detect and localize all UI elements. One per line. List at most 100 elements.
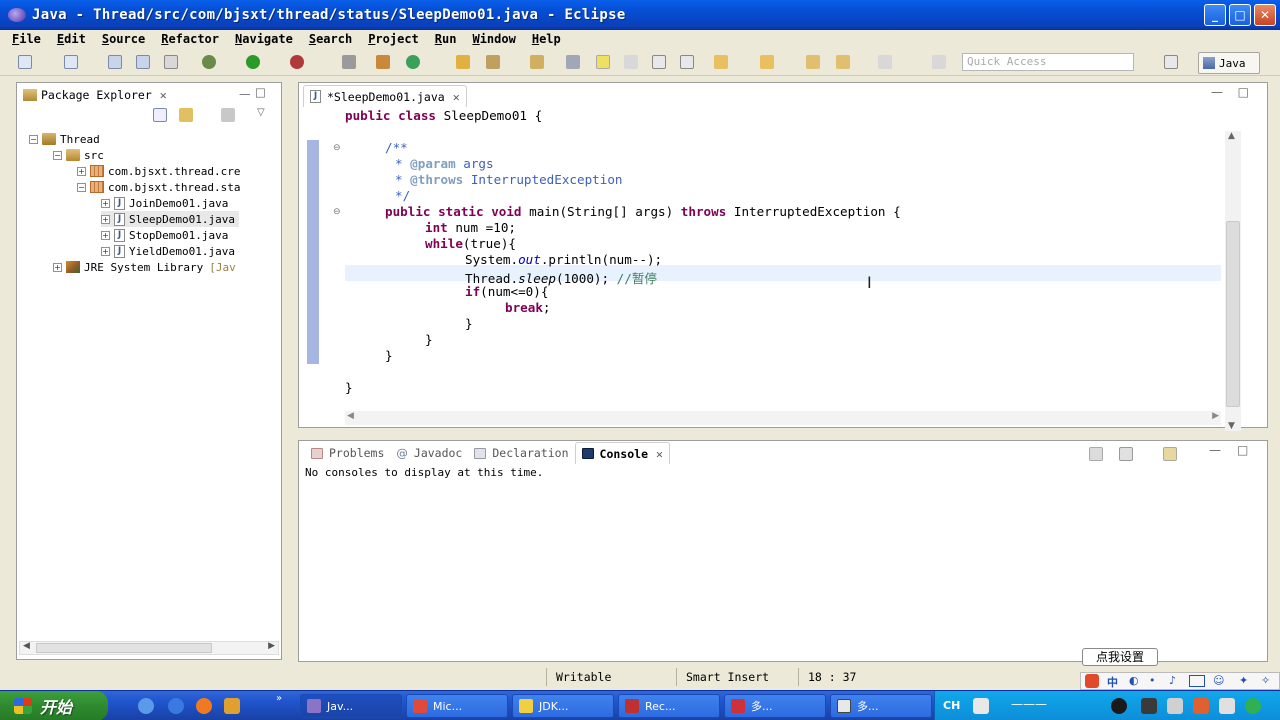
app-tray-icon[interactable] (1141, 698, 1157, 714)
menu-refactor[interactable]: Refactor (161, 32, 219, 46)
toggle-block-icon[interactable] (624, 55, 638, 69)
internet-explorer-icon[interactable] (168, 698, 184, 714)
tree-item[interactable]: + J JoinDemo01.java (101, 195, 228, 211)
security-icon[interactable] (1193, 698, 1209, 714)
scrollbar-thumb[interactable] (1226, 221, 1240, 407)
taskbar-item[interactable]: 多... (830, 694, 932, 718)
tree-item-selected[interactable]: + J SleepDemo01.java (101, 211, 239, 227)
debug-icon[interactable] (202, 55, 216, 69)
minimize-button[interactable]: _ (1204, 4, 1226, 26)
tree-item[interactable]: + J StopDemo01.java (101, 227, 228, 243)
ime-moon-icon[interactable]: ◐ (1129, 674, 1139, 687)
menu-help[interactable]: Help (532, 32, 561, 46)
pin-editor-icon[interactable] (932, 55, 946, 69)
network-icon[interactable] (1111, 698, 1127, 714)
tree-item[interactable]: − Thread (29, 131, 100, 147)
menu-file[interactable]: File (12, 32, 41, 46)
print-icon[interactable] (164, 55, 178, 69)
view-menu-icon[interactable]: ▽ (257, 107, 265, 118)
search-icon[interactable] (486, 55, 500, 69)
tree-item[interactable]: + JRE System Library [Jav (53, 259, 236, 275)
open-console-icon[interactable] (1089, 447, 1103, 461)
horizontal-scrollbar[interactable]: ◀ ▶ (345, 411, 1221, 425)
focus-task-icon[interactable] (221, 108, 235, 122)
new-dropdown-icon[interactable] (64, 55, 78, 69)
scroll-down-icon[interactable]: ▼ (1228, 421, 1235, 431)
tab-console[interactable]: Console ✕ (574, 442, 670, 464)
fold-icon[interactable]: ⊖ (333, 207, 341, 217)
ime-keyboard-icon[interactable] (1189, 675, 1205, 687)
external-tools-icon[interactable] (290, 55, 304, 69)
new-console-icon[interactable] (1163, 447, 1177, 461)
ime-punct-icon[interactable]: • (1149, 674, 1156, 687)
start-button[interactable]: 开始 (0, 691, 108, 720)
next-annotation-icon[interactable] (714, 55, 728, 69)
tab-problems[interactable]: Problems (305, 442, 390, 464)
close-view-icon[interactable]: ✕ (160, 88, 167, 102)
menu-search[interactable]: Search (309, 32, 352, 46)
back-icon[interactable] (836, 55, 850, 69)
previous-annotation-icon[interactable] (760, 55, 774, 69)
collapse-all-icon[interactable] (153, 108, 167, 122)
expand-icon[interactable]: + (101, 214, 110, 224)
menu-project[interactable]: Project (368, 32, 419, 46)
tree-item[interactable]: + J YieldDemo01.java (101, 243, 235, 259)
new-icon[interactable] (18, 55, 32, 69)
scroll-left-icon[interactable]: ◀ (23, 641, 30, 651)
maximize-view-icon[interactable]: □ (1237, 443, 1248, 457)
run-icon[interactable] (246, 55, 260, 69)
taskbar-item[interactable]: Rec... (618, 694, 720, 718)
java-perspective-button[interactable]: Java (1198, 52, 1260, 74)
ime-voice-icon[interactable]: ♪ (1169, 674, 1176, 687)
tree-item[interactable]: − com.bjsxt.thread.sta (77, 179, 240, 195)
update-icon[interactable] (1245, 698, 1261, 714)
close-tab-icon[interactable]: ✕ (453, 90, 460, 104)
collapse-icon[interactable]: − (29, 134, 38, 144)
link-with-editor-icon[interactable] (179, 108, 193, 122)
tab-declaration[interactable]: Declaration (468, 442, 574, 464)
save-icon[interactable] (108, 55, 122, 69)
scroll-right-icon[interactable]: ▶ (1212, 411, 1219, 421)
expand-icon[interactable]: + (101, 246, 110, 256)
save-all-icon[interactable] (136, 55, 150, 69)
new-java-class-icon[interactable] (406, 55, 420, 69)
skip-breakpoints-icon[interactable] (342, 55, 356, 69)
help-tray-icon[interactable] (973, 698, 989, 714)
maximize-editor-icon[interactable]: □ (1238, 85, 1249, 99)
ime-tray-icon[interactable] (1219, 698, 1235, 714)
taskbar-item[interactable]: JDK... (512, 694, 614, 718)
package-explorer-tab[interactable]: Package Explorer ✕ — □ (17, 83, 281, 107)
last-edit-icon[interactable] (806, 55, 820, 69)
menu-edit[interactable]: Edit (57, 32, 86, 46)
menu-navigate[interactable]: Navigate (235, 32, 293, 46)
taskbar-item[interactable]: 多... (724, 694, 826, 718)
forward-icon[interactable] (878, 55, 892, 69)
ime-tools-icon[interactable]: ✦ (1239, 674, 1248, 687)
display-console-icon[interactable] (1119, 447, 1133, 461)
speaker-icon[interactable] (1167, 698, 1183, 714)
menu-run[interactable]: Run (435, 32, 457, 46)
ime-toolbar[interactable]: 中 ◐ • ♪ ☺ ✦ ✧ (1080, 672, 1280, 690)
fold-icon[interactable]: ⊖ (333, 143, 341, 153)
show-desktop-icon[interactable] (138, 698, 154, 714)
scroll-up-icon[interactable]: ▲ (1228, 131, 1235, 141)
ime-settings-tooltip[interactable]: 点我设置 (1082, 648, 1158, 666)
new-java-package-icon[interactable] (376, 55, 390, 69)
close-tab-icon[interactable]: ✕ (656, 447, 663, 461)
minimize-editor-icon[interactable]: — (1211, 85, 1223, 99)
sogou-icon[interactable] (1085, 674, 1099, 688)
toggle-mark-occurrences-icon[interactable] (566, 55, 580, 69)
quick-launch-icon[interactable] (224, 698, 240, 714)
vertical-scrollbar[interactable]: ▲ ▼ (1225, 131, 1241, 431)
quick-launch-overflow-icon[interactable]: » (276, 693, 282, 704)
quick-access-input[interactable]: Quick Access (962, 53, 1134, 71)
scroll-left-icon[interactable]: ◀ (347, 411, 354, 421)
menu-window[interactable]: Window (472, 32, 515, 46)
minimize-view-icon[interactable]: — (1209, 443, 1221, 457)
open-task-icon[interactable] (530, 55, 544, 69)
maximize-button[interactable]: □ (1229, 4, 1251, 26)
paragraph-icon[interactable] (680, 55, 694, 69)
show-whitespace-icon[interactable] (652, 55, 666, 69)
language-indicator[interactable]: CH (943, 699, 960, 712)
scroll-right-icon[interactable]: ▶ (268, 641, 275, 651)
